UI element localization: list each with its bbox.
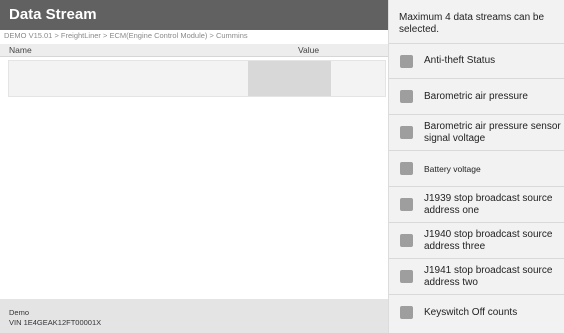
list-item[interactable]: Barometric air pressure sensor signal vo… [389, 114, 564, 150]
footer-vin: VIN 1E4GEAK12FT00001X [9, 318, 102, 327]
stream-selector-panel: Maximum 4 data streams can be selected. … [388, 0, 564, 333]
column-header-name: Name [9, 45, 32, 55]
checkbox[interactable] [400, 234, 413, 247]
column-header-value: Value [298, 45, 320, 55]
list-item[interactable]: J1940 stop broadcast source address thre… [389, 222, 564, 258]
checkbox[interactable] [400, 55, 413, 68]
selection-hint: Maximum 4 data streams can be selected. [399, 12, 545, 35]
list-item[interactable]: Barometric air pressure [389, 78, 564, 114]
value-cell [248, 61, 331, 96]
checkbox[interactable] [400, 90, 413, 103]
checkbox[interactable] [400, 126, 413, 139]
page-title: Data Stream [9, 6, 97, 23]
list-item-label: Anti-theft Status [424, 55, 496, 66]
list-item[interactable]: J1941 stop broadcast source address two [389, 258, 564, 294]
list-item[interactable]: Keyswitch Off counts [389, 294, 564, 330]
list-item-label: Keyswitch Off counts [424, 306, 518, 318]
footer-mode: Demo [9, 308, 30, 317]
list-item-label: Barometric air pressure [424, 90, 528, 102]
list-item-label: J1940 stop broadcast source address thre… [424, 228, 553, 252]
checkbox[interactable] [400, 270, 413, 283]
list-item-label: Barometric air pressure sensor signal vo… [424, 120, 561, 144]
list-item-label: J1941 stop broadcast source address two [424, 264, 553, 288]
list-item-label: J1939 stop broadcast source address one [424, 192, 553, 216]
vehicle-info-footer: Demo VIN 1E4GEAK12FT00001X [0, 299, 388, 333]
breadcrumb: DEMO V15.01 > FreightLiner > ECM(Engine … [4, 31, 248, 40]
title-bar: Data Stream [0, 0, 388, 30]
table-row[interactable] [8, 60, 386, 97]
table-header: Name Value [0, 44, 388, 57]
list-item-label: Battery voltage [424, 163, 481, 174]
list-item[interactable]: Anti-theft Status [389, 43, 564, 78]
stream-list: Anti-theft Status Barometric air pressur… [389, 43, 564, 330]
data-stream-panel: Data Stream DEMO V15.01 > FreightLiner >… [0, 0, 388, 333]
checkbox[interactable] [400, 198, 413, 211]
list-item[interactable]: Battery voltage [389, 150, 564, 186]
checkbox[interactable] [400, 162, 413, 175]
checkbox[interactable] [400, 306, 413, 319]
list-item[interactable]: J1939 stop broadcast source address one [389, 186, 564, 222]
